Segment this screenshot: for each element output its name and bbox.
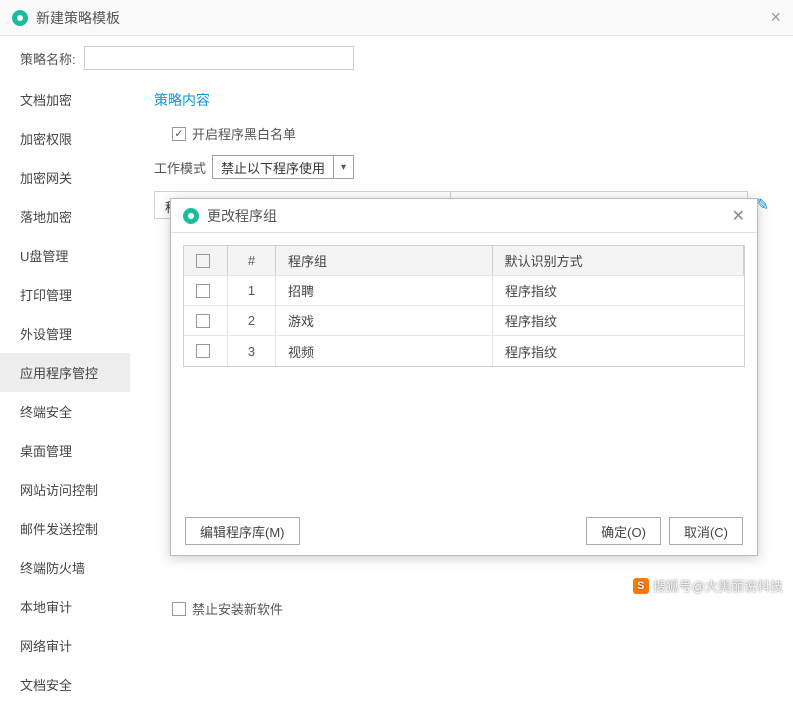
row-checkbox[interactable]	[196, 284, 210, 298]
dialog-header: 更改程序组 ✕	[171, 199, 757, 233]
sidebar-item-4[interactable]: U盘管理	[0, 236, 130, 275]
sidebar-item-5[interactable]: 打印管理	[0, 275, 130, 314]
row-index: 3	[228, 336, 276, 366]
cancel-button[interactable]: 取消(C)	[669, 517, 743, 545]
dialog-title: 更改程序组	[207, 206, 277, 226]
work-mode-select[interactable]: 禁止以下程序使用	[212, 155, 334, 179]
row-checkbox[interactable]	[196, 344, 210, 358]
table-row[interactable]: 1招聘程序指纹	[184, 276, 744, 306]
titlebar: 新建策略模板 ×	[0, 0, 793, 36]
enable-blacklist-label: 开启程序黑白名单	[192, 124, 296, 143]
sidebar-item-15[interactable]: 文档安全	[0, 665, 130, 704]
table-row[interactable]: 3视频程序指纹	[184, 336, 744, 366]
row-index: 2	[228, 306, 276, 335]
sidebar-item-12[interactable]: 终端防火墙	[0, 548, 130, 587]
sidebar-item-11[interactable]: 邮件发送控制	[0, 509, 130, 548]
col-name: 程序组	[276, 246, 493, 275]
row-index: 1	[228, 276, 276, 305]
row-checkbox[interactable]	[196, 314, 210, 328]
sidebar-item-10[interactable]: 网站访问控制	[0, 470, 130, 509]
sidebar-item-14[interactable]: 网络审计	[0, 626, 130, 665]
enable-blacklist-checkbox[interactable]: ✓	[172, 127, 186, 141]
sidebar-item-13[interactable]: 本地审计	[0, 587, 130, 626]
table-row[interactable]: 2游戏程序指纹	[184, 306, 744, 336]
edit-library-button[interactable]: 编辑程序库(M)	[185, 517, 300, 545]
grid-header-row: # 程序组 默认识别方式	[184, 246, 744, 276]
change-program-group-dialog: 更改程序组 ✕ # 程序组 默认识别方式 1招聘程序指纹2游戏程序指纹3视频程序…	[170, 198, 758, 556]
dialog-close-icon[interactable]: ✕	[732, 206, 745, 226]
row-name: 游戏	[276, 306, 493, 335]
sidebar: 文档加密加密权限加密网关落地加密U盘管理打印管理外设管理应用程序管控终端安全桌面…	[0, 80, 130, 599]
sidebar-item-1[interactable]: 加密权限	[0, 119, 130, 158]
work-mode-label: 工作模式	[154, 158, 206, 177]
select-all-checkbox[interactable]	[196, 254, 210, 268]
dialog-logo-icon	[183, 208, 199, 224]
col-index: #	[228, 246, 276, 275]
policy-name-row: 策略名称:	[0, 36, 793, 80]
row-type: 程序指纹	[493, 336, 744, 366]
sohu-icon: S	[633, 578, 649, 594]
policy-name-label: 策略名称:	[20, 49, 76, 68]
sidebar-item-3[interactable]: 落地加密	[0, 197, 130, 236]
row-type: 程序指纹	[493, 306, 744, 335]
watermark-text: 搜狐号@大美丽说科技	[653, 576, 783, 595]
sidebar-item-8[interactable]: 终端安全	[0, 392, 130, 431]
dialog-footer: 编辑程序库(M) 确定(O) 取消(C)	[171, 507, 757, 555]
window-title: 新建策略模板	[36, 8, 120, 28]
chevron-down-icon[interactable]: ▾	[334, 155, 354, 179]
sidebar-item-6[interactable]: 外设管理	[0, 314, 130, 353]
policy-name-input[interactable]	[84, 46, 354, 70]
close-icon[interactable]: ×	[770, 7, 781, 28]
row-name: 视频	[276, 336, 493, 366]
section-title: 策略内容	[154, 90, 769, 110]
app-logo-icon	[12, 10, 28, 26]
sidebar-item-0[interactable]: 文档加密	[0, 80, 130, 119]
watermark: S 搜狐号@大美丽说科技	[633, 576, 783, 595]
col-type: 默认识别方式	[493, 246, 744, 275]
row-type: 程序指纹	[493, 276, 744, 305]
sidebar-item-2[interactable]: 加密网关	[0, 158, 130, 197]
forbid-install-label: 禁止安装新软件	[192, 599, 283, 618]
row-name: 招聘	[276, 276, 493, 305]
program-group-grid: # 程序组 默认识别方式 1招聘程序指纹2游戏程序指纹3视频程序指纹	[183, 245, 745, 367]
sidebar-item-9[interactable]: 桌面管理	[0, 431, 130, 470]
forbid-install-checkbox[interactable]	[172, 602, 186, 616]
sidebar-item-7[interactable]: 应用程序管控	[0, 353, 130, 392]
ok-button[interactable]: 确定(O)	[586, 517, 661, 545]
